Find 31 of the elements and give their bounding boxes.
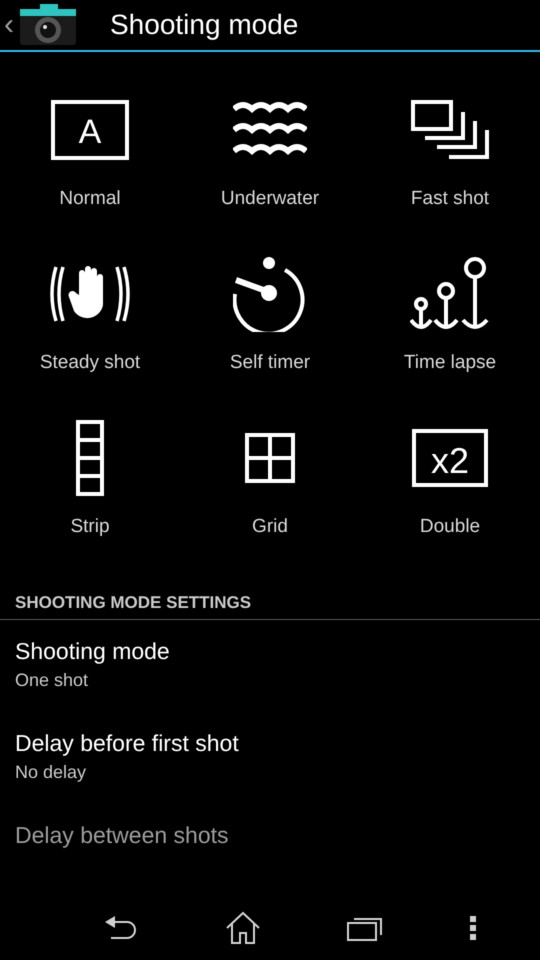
setting-row[interactable]: Delay between shots — [0, 804, 540, 896]
mode-option[interactable]: Underwater — [180, 88, 360, 252]
mode-option[interactable]: x2 Double — [360, 416, 540, 580]
setting-summary: One shot — [15, 669, 88, 692]
mode-label: Double — [420, 515, 480, 539]
mode-option[interactable]: Time lapse — [360, 252, 540, 416]
setting-summary: No delay — [15, 761, 86, 784]
mode-label: Time lapse — [404, 351, 496, 375]
setting-title: Delay between shots — [15, 821, 229, 850]
letter-frame-icon: A — [51, 100, 129, 160]
section-header: SHOOTING MODE SETTINGS — [15, 593, 252, 612]
mode-label: Steady shot — [40, 351, 140, 375]
setting-title: Shooting mode — [15, 637, 170, 666]
mode-option[interactable]: Steady shot — [0, 252, 180, 416]
mode-option[interactable]: A Normal — [0, 88, 180, 252]
mode-label: Normal — [59, 187, 121, 211]
mode-option[interactable]: Self timer — [180, 252, 360, 416]
mode-option[interactable]: Strip — [0, 416, 180, 580]
double-frame-icon: x2 — [412, 429, 488, 487]
mode-label: Grid — [252, 515, 288, 539]
setting-title: Delay before first shot — [15, 729, 239, 758]
screen-title: Shooting mode — [110, 8, 298, 42]
back-caret[interactable]: ‹ — [4, 10, 14, 40]
setting-row[interactable]: Shooting mode One shot — [0, 620, 540, 712]
setting-row[interactable]: Delay before first shot No delay — [0, 712, 540, 804]
mode-label: Strip — [70, 515, 110, 539]
mode-label: Underwater — [220, 187, 320, 211]
mode-option[interactable]: Grid — [180, 416, 360, 580]
mode-label: Fast shot — [410, 187, 490, 211]
mode-label: Self timer — [230, 351, 310, 375]
mode-option[interactable]: Fast shot — [360, 88, 540, 252]
